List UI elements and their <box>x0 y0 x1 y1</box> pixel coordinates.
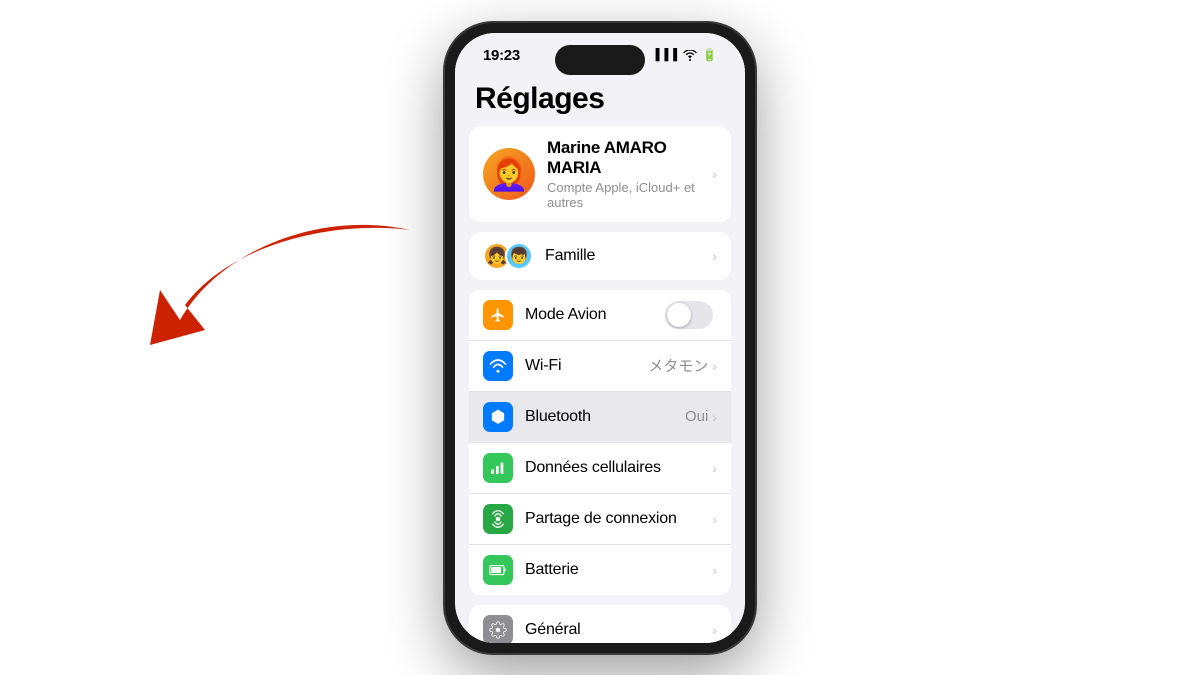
partage-icon <box>483 504 513 534</box>
system-group: Général › Accessibilité › <box>469 605 731 643</box>
wifi-row[interactable]: Wi-Fi メタモン › <box>469 341 731 392</box>
mode-avion-row[interactable]: Mode Avion <box>469 290 731 341</box>
mode-avion-label: Mode Avion <box>525 306 665 324</box>
wifi-label: Wi-Fi <box>525 357 648 375</box>
famille-group: 👧 👦 Famille › <box>469 232 731 280</box>
donnees-icon <box>483 453 513 483</box>
profile-avatar: 👩‍🦰 <box>483 148 535 200</box>
general-chevron: › <box>712 622 717 638</box>
general-row[interactable]: Général › <box>469 605 731 643</box>
phone: 19:23 ▐▐▐ 🔋 Réglages <box>445 23 755 653</box>
famille-avatars: 👧 👦 <box>483 242 533 270</box>
battery-icon: 🔋 <box>702 48 717 62</box>
cellular-icon <box>490 460 506 476</box>
famille-row[interactable]: 👧 👦 Famille › <box>469 232 731 280</box>
connectivity-group: Mode Avion <box>469 290 731 595</box>
wifi-icon <box>683 50 697 61</box>
bluetooth-label: Bluetooth <box>525 408 685 426</box>
mode-avion-icon <box>483 300 513 330</box>
partage-chevron: › <box>712 511 717 527</box>
status-bar: 19:23 ▐▐▐ 🔋 <box>455 33 745 70</box>
signal-icon: ▐▐▐ <box>652 49 678 61</box>
famille-avatar-2: 👦 <box>505 242 533 270</box>
profile-chevron: › <box>712 166 717 182</box>
profile-row[interactable]: 👩‍🦰 Marine AMARO MARIA Compte Apple, iCl… <box>469 126 731 222</box>
donnees-chevron: › <box>712 460 717 476</box>
status-icons: ▐▐▐ 🔋 <box>652 48 717 62</box>
bluetooth-icon: ⬢ <box>483 402 513 432</box>
batterie-label: Batterie <box>525 561 712 579</box>
general-label: Général <box>525 621 712 639</box>
bluetooth-value: Oui <box>685 408 708 425</box>
toggle-knob <box>667 303 691 327</box>
partage-row[interactable]: Partage de connexion › <box>469 494 731 545</box>
batterie-row[interactable]: Batterie › <box>469 545 731 595</box>
general-icon <box>483 615 513 643</box>
status-time: 19:23 <box>483 47 520 64</box>
profile-name: Marine AMARO MARIA <box>547 138 712 178</box>
bluetooth-chevron: › <box>712 409 717 425</box>
airplane-icon <box>490 307 506 323</box>
page-title: Réglages <box>455 70 745 126</box>
phone-screen: 19:23 ▐▐▐ 🔋 Réglages <box>455 33 745 643</box>
wifi-value: メタモン <box>648 355 708 376</box>
profile-info: Marine AMARO MARIA Compte Apple, iCloud+… <box>547 138 712 210</box>
donnees-label: Données cellulaires <box>525 459 712 477</box>
profile-group: 👩‍🦰 Marine AMARO MARIA Compte Apple, iCl… <box>469 126 731 222</box>
mode-avion-toggle[interactable] <box>665 301 713 329</box>
gear-settings-icon <box>489 621 507 639</box>
profile-subtitle: Compte Apple, iCloud+ et autres <box>547 180 712 210</box>
hotspot-icon <box>489 510 507 528</box>
wifi-chevron: › <box>712 358 717 374</box>
bluetooth-row[interactable]: ⬢ Bluetooth Oui › <box>469 392 731 443</box>
famille-label: Famille <box>545 247 712 265</box>
partage-label: Partage de connexion <box>525 510 712 528</box>
scene: 19:23 ▐▐▐ 🔋 Réglages <box>0 0 1200 675</box>
donnees-row[interactable]: Données cellulaires › <box>469 443 731 494</box>
wifi-settings-icon <box>489 359 507 373</box>
wifi-row-icon <box>483 351 513 381</box>
batterie-chevron: › <box>712 562 717 578</box>
battery-settings-icon <box>489 563 507 577</box>
batterie-icon <box>483 555 513 585</box>
red-arrow <box>120 190 440 370</box>
famille-chevron: › <box>712 248 717 264</box>
scroll-content[interactable]: Réglages 👩‍🦰 Marine AMARO MARIA Compte A… <box>455 70 745 643</box>
dynamic-island <box>555 45 645 75</box>
